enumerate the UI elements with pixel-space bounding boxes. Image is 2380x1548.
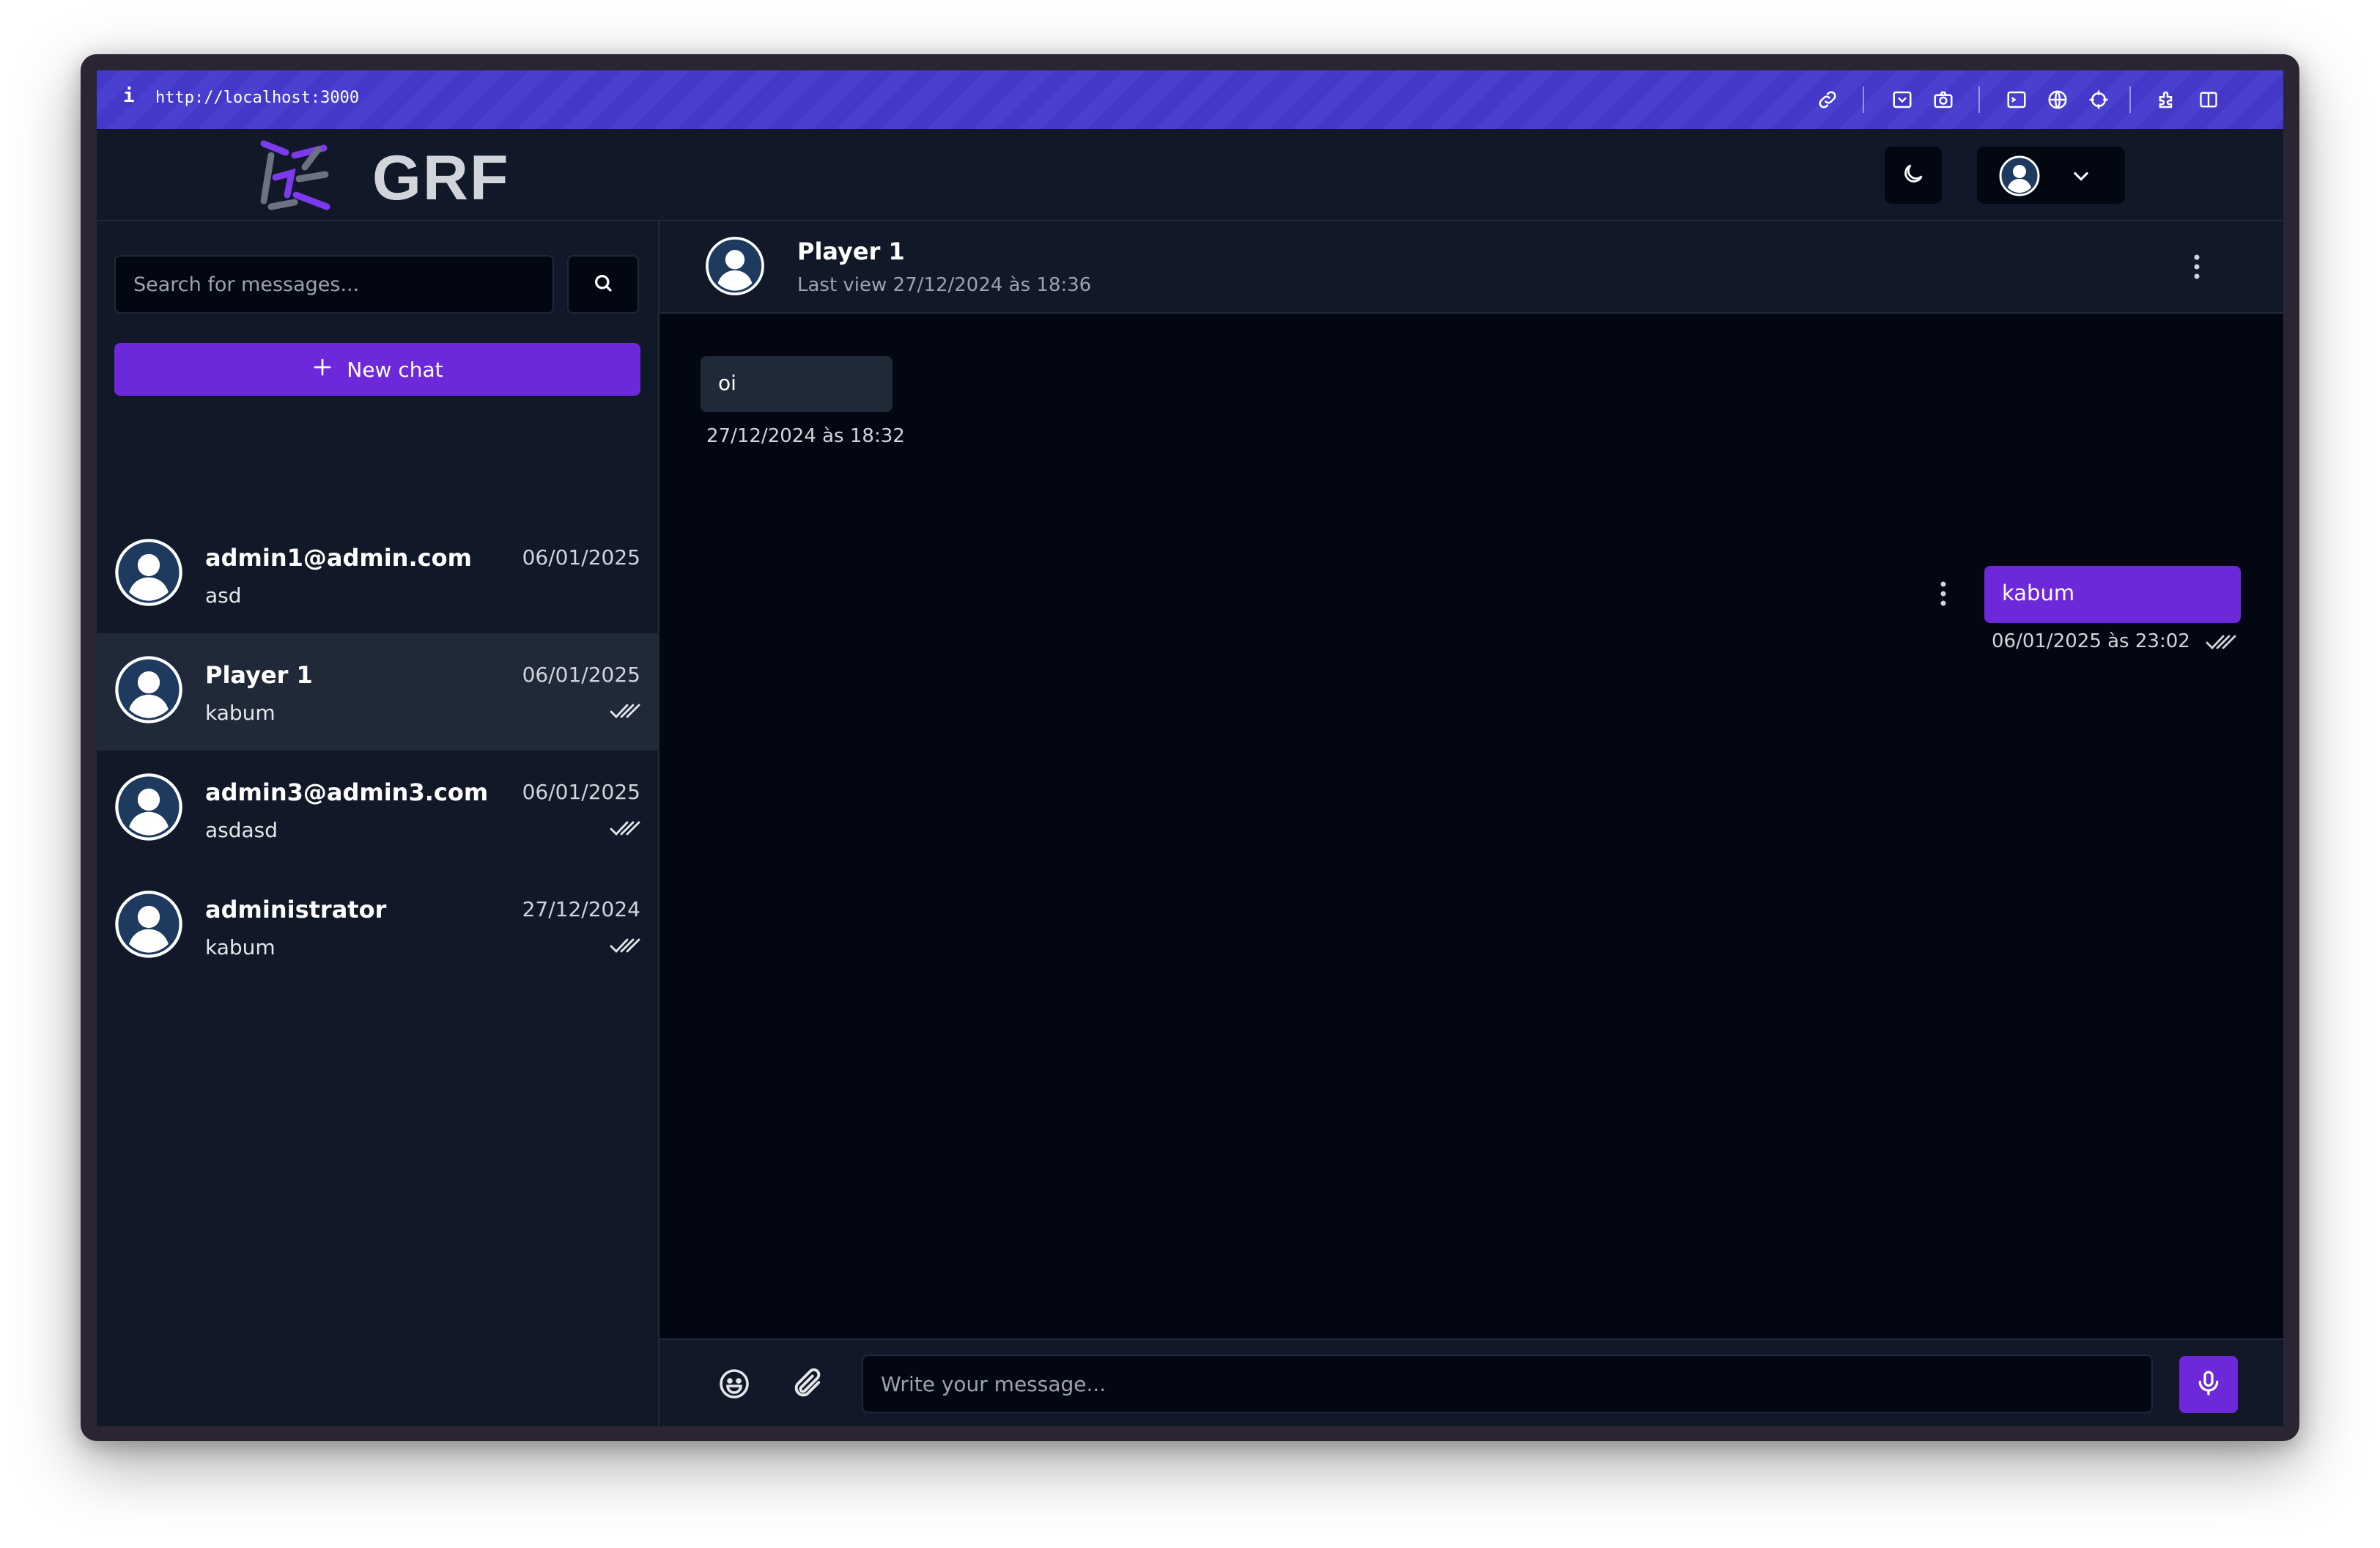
download-icon[interactable] xyxy=(1888,85,1917,114)
message-options-icon[interactable] xyxy=(1929,578,1958,610)
incoming-message[interactable]: oi xyxy=(701,356,892,412)
browser-window: i http://localhost:3000 GRF Search for m… xyxy=(97,70,2283,1426)
crosshair-icon[interactable] xyxy=(2084,85,2113,114)
toolbar-divider xyxy=(1978,86,1980,113)
emoji-icon[interactable] xyxy=(714,1363,755,1404)
chat-name: Player 1 xyxy=(205,661,313,689)
toolbar-divider xyxy=(1863,86,1864,113)
app-header: GRF xyxy=(97,129,2283,221)
chat-date: 06/01/2025 xyxy=(522,663,640,687)
avatar-icon xyxy=(114,655,183,724)
chat-list-item[interactable]: admin3@admin3.com 06/01/2025 asdasd xyxy=(97,751,658,868)
chat-sidebar: New chat admin1@admin.com 06/01/2025 asd… xyxy=(97,221,659,1426)
record-audio-button[interactable] xyxy=(2179,1356,2238,1413)
search-input[interactable] xyxy=(114,255,554,314)
avatar-icon xyxy=(114,538,183,607)
message-timestamp: 06/01/2025 às 23:02 xyxy=(1992,630,2190,652)
chat-list-item-active[interactable]: Player 1 06/01/2025 kabum xyxy=(97,633,658,751)
chat-name: admin3@admin3.com xyxy=(205,778,489,806)
more-options-icon[interactable] xyxy=(2182,251,2211,283)
plus-icon xyxy=(311,356,333,383)
double-check-icon xyxy=(610,818,640,838)
browser-url-bar: i http://localhost:3000 xyxy=(97,70,2283,129)
new-chat-label: New chat xyxy=(347,357,443,382)
double-check-icon xyxy=(610,701,640,721)
message-composer xyxy=(659,1338,2283,1426)
message-timestamp: 27/12/2024 às 18:32 xyxy=(706,425,905,447)
chat-last-message: asdasd xyxy=(205,818,278,842)
extensions-icon[interactable] xyxy=(2153,85,2182,114)
terminal-icon[interactable] xyxy=(2002,85,2031,114)
chat-name: administrator xyxy=(205,896,387,924)
chat-last-message: kabum xyxy=(205,701,276,725)
link-icon[interactable] xyxy=(1813,85,1842,114)
user-menu-button[interactable] xyxy=(1977,147,2125,204)
search-button[interactable] xyxy=(567,255,639,314)
avatar-icon xyxy=(114,890,183,959)
paperclip-icon[interactable] xyxy=(787,1363,828,1404)
chat-last-message: asd xyxy=(205,583,242,608)
url-text[interactable]: http://localhost:3000 xyxy=(155,89,359,107)
user-avatar-icon xyxy=(1999,155,2040,199)
chat-date: 06/01/2025 xyxy=(522,780,640,804)
avatar-icon xyxy=(114,773,183,841)
theme-toggle-button[interactable] xyxy=(1885,147,1942,204)
conversation-header: Player 1 Last view 27/12/2024 às 18:36 xyxy=(659,221,2283,314)
chat-list-item[interactable]: administrator 27/12/2024 kabum xyxy=(97,868,658,985)
brand-name: GRF xyxy=(372,143,510,213)
toolbar-divider xyxy=(2129,86,2131,113)
search-icon xyxy=(592,272,614,297)
double-check-icon xyxy=(610,935,640,956)
conversation-title: Player 1 xyxy=(797,237,905,265)
split-view-icon[interactable] xyxy=(2194,85,2223,114)
grf-logo-icon xyxy=(254,133,337,217)
last-view-status: Last view 27/12/2024 às 18:36 xyxy=(797,274,1092,296)
double-check-icon xyxy=(2206,632,2236,652)
microphone-icon xyxy=(2194,1368,2223,1401)
message-area: oi 27/12/2024 às 18:32 kabum 06/01/2025 … xyxy=(659,314,2283,1338)
outgoing-message[interactable]: kabum xyxy=(1984,566,2241,623)
chevron-down-icon xyxy=(2071,166,2091,189)
info-icon[interactable]: i xyxy=(123,85,135,107)
chat-name: admin1@admin.com xyxy=(205,544,472,572)
message-input[interactable] xyxy=(862,1354,2153,1413)
new-chat-button[interactable]: New chat xyxy=(114,343,640,396)
chat-date: 27/12/2024 xyxy=(522,897,640,921)
camera-icon[interactable] xyxy=(1929,85,1958,114)
globe-icon[interactable] xyxy=(2043,85,2072,114)
chat-last-message: kabum xyxy=(205,935,276,959)
chat-date: 06/01/2025 xyxy=(522,545,640,570)
avatar-icon[interactable] xyxy=(705,236,765,296)
chat-list-item[interactable]: admin1@admin.com 06/01/2025 asd xyxy=(97,516,658,633)
moon-icon xyxy=(1901,161,1926,189)
